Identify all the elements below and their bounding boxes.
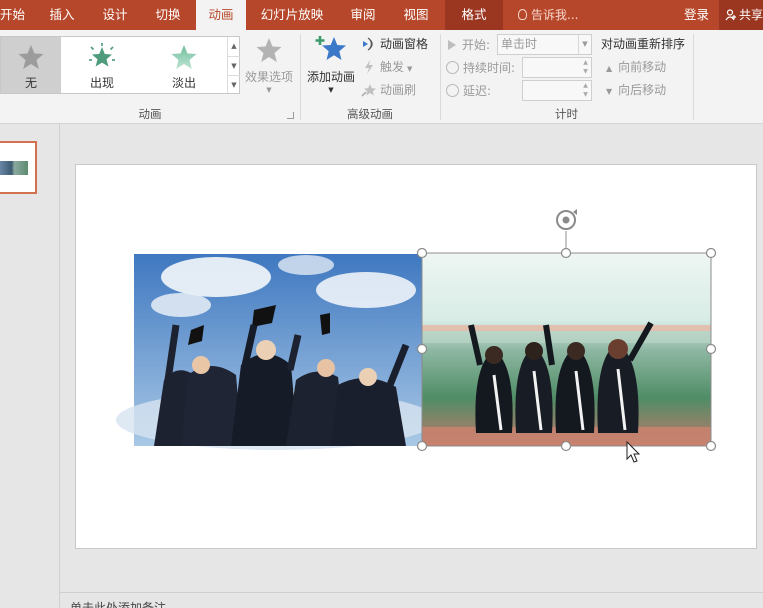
- duration-row: 持续时间:: [446, 57, 515, 79]
- slide-thumbnail-1[interactable]: [0, 141, 37, 194]
- ribbon-tab-bar: 开始 插入 设计 切换 动画 幻灯片放映 审阅 视图 格式 告诉我... 登录 共享: [0, 0, 763, 31]
- animation-none[interactable]: 无: [1, 37, 61, 93]
- group-label-timing: 计时: [555, 107, 578, 121]
- animation-pane-icon: [363, 37, 373, 51]
- move-earlier-label: 向前移动: [618, 60, 667, 74]
- animation-painter-label: 动画刷: [380, 83, 417, 97]
- graduation-stadium-picture[interactable]: [422, 253, 711, 446]
- lightning-icon: [365, 60, 373, 74]
- delay-input[interactable]: ▲ ▼: [522, 80, 592, 101]
- animation-none-label: 无: [24, 76, 37, 90]
- add-person-icon: [725, 9, 736, 21]
- graduation-sky-picture[interactable]: [116, 254, 436, 450]
- gallery-scroll-up[interactable]: ▲: [227, 37, 240, 56]
- start-select[interactable]: 单击时 ▼: [497, 34, 592, 55]
- dialog-launcher-icon[interactable]: [287, 112, 294, 119]
- share-label: 共享: [739, 8, 763, 22]
- tab-8[interactable]: 格式: [445, 0, 503, 30]
- slide-canvas[interactable]: [75, 164, 757, 549]
- fade-star-icon: [171, 45, 197, 69]
- group-separator: [693, 34, 694, 120]
- tab-7[interactable]: 视图: [397, 0, 435, 30]
- delay-row: 延迟:: [446, 80, 491, 102]
- tab-4[interactable]: 动画: [196, 0, 246, 31]
- tell-me-label: 告诉我...: [531, 8, 579, 22]
- duration-input[interactable]: ▲ ▼: [522, 57, 592, 78]
- gallery-more[interactable]: ▼: [227, 75, 240, 93]
- add-animation-label: 添加动画: [306, 70, 355, 84]
- tab-6[interactable]: 审阅: [344, 0, 382, 30]
- animation-pane-label: 动画窗格: [380, 37, 429, 51]
- tab-1[interactable]: 插入: [43, 0, 81, 30]
- start-row: 开始:: [448, 34, 490, 56]
- animation-pane-button[interactable]: 动画窗格: [361, 34, 428, 54]
- add-animation-icon: [315, 36, 346, 60]
- chevron-down-icon: ▼: [578, 35, 591, 54]
- login-link[interactable]: 登录: [684, 0, 709, 30]
- clock-icon: [446, 61, 459, 74]
- effect-options-label: 效果选项: [244, 70, 293, 84]
- tab-5[interactable]: 幻灯片放映: [256, 0, 328, 30]
- group-label-advanced: 高级动画: [347, 107, 393, 121]
- gallery-scroll-down[interactable]: ▼: [227, 56, 240, 75]
- trigger-label: 触发: [380, 60, 405, 74]
- group-label-animation: 动画: [138, 107, 162, 121]
- start-value: 单击时: [501, 37, 538, 51]
- arrow-down-icon: ▼: [606, 87, 613, 96]
- animation-appear[interactable]: 出现: [61, 37, 143, 93]
- star-icon: [18, 45, 44, 69]
- notes-placeholder: 单击此处添加备注: [70, 601, 167, 608]
- effect-options-button[interactable]: 效果选项 ▼: [242, 36, 296, 100]
- move-later-label: 向后移动: [618, 83, 667, 97]
- lightbulb-icon: [518, 9, 527, 20]
- add-animation-dropdown-icon: ▼: [328, 86, 334, 94]
- move-earlier-button[interactable]: ▲ 向前移动: [606, 57, 666, 77]
- delay-spinner[interactable]: ▲ ▼: [580, 81, 591, 100]
- animation-painter-icon: [361, 84, 376, 97]
- trigger-button[interactable]: 触发 ▼: [361, 57, 412, 77]
- duration-label: 持续时间:: [463, 61, 516, 75]
- rotate-handle-icon[interactable]: [556, 209, 577, 230]
- share-button[interactable]: 共享: [719, 0, 763, 30]
- trigger-dropdown-icon: ▼: [407, 65, 413, 73]
- animation-appear-label: 出现: [89, 76, 114, 90]
- delay-label: 延迟:: [463, 84, 492, 98]
- animation-gallery: 无 出现 淡出 ▲ ▼ ▼: [0, 36, 240, 94]
- start-label: 开始:: [462, 38, 491, 52]
- play-icon: [448, 40, 456, 50]
- slide-thumbnail-pane: [0, 124, 60, 608]
- ribbon: 无 出现 淡出 ▲ ▼ ▼ 效果选项 ▼ 动画 添加动画 ▼ 动画窗格 触发 ▼ …: [0, 30, 763, 124]
- slide-content: [116, 209, 717, 463]
- add-animation-button[interactable]: 添加动画 ▼: [303, 34, 359, 100]
- tell-me-search[interactable]: 告诉我...: [518, 0, 578, 30]
- effect-options-dropdown-icon: ▼: [266, 86, 272, 94]
- animation-painter-button[interactable]: 动画刷: [361, 80, 416, 100]
- duration-spinner[interactable]: ▲ ▼: [580, 58, 591, 77]
- thumbnail-preview: [0, 161, 28, 175]
- animation-fade[interactable]: 淡出: [143, 37, 225, 93]
- move-later-button[interactable]: ▼ 向后移动: [606, 80, 666, 100]
- delay-clock-icon: [446, 84, 459, 97]
- tab-3[interactable]: 切换: [149, 0, 187, 30]
- arrow-up-icon: ▲: [606, 64, 613, 73]
- notes-pane[interactable]: 单击此处添加备注: [60, 592, 763, 608]
- reorder-title: 对动画重新排序: [601, 37, 686, 51]
- animation-fade-label: 淡出: [171, 76, 196, 90]
- effect-star-icon: [256, 38, 282, 62]
- burst-star-icon: [89, 43, 115, 67]
- tab-2[interactable]: 设计: [96, 0, 134, 30]
- tab-0[interactable]: 开始: [0, 0, 25, 30]
